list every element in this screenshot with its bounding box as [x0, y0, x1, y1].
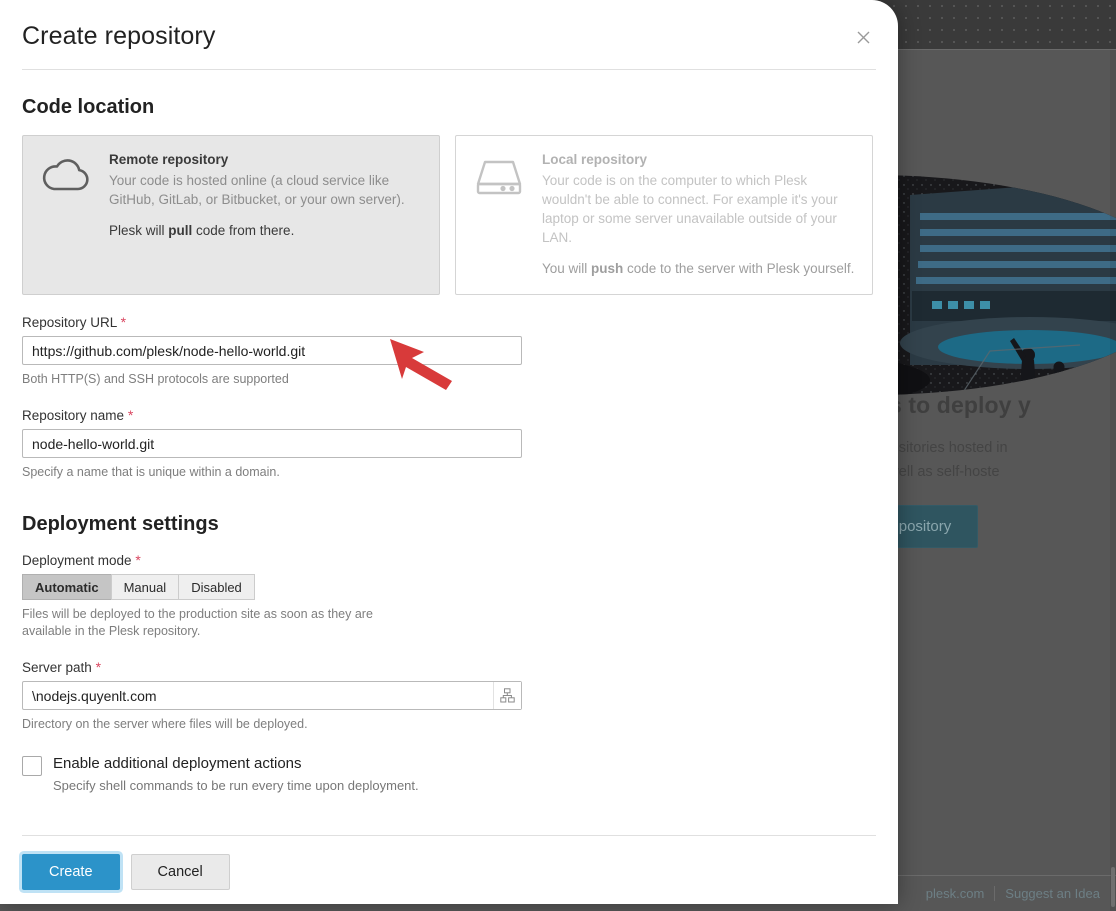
deployment-mode-option-manual[interactable]: Manual	[111, 574, 179, 600]
enable-additional-actions-checkbox[interactable]	[22, 756, 42, 776]
card-note-bold: pull	[168, 223, 192, 238]
repository-name-label-text: Repository name	[22, 408, 124, 423]
server-path-label: Server path *	[22, 659, 876, 675]
card-note-suffix: code to the server with Plesk yourself.	[623, 261, 854, 276]
cloud-icon	[37, 152, 95, 278]
field-server-path: Server path * Directory on the server wh…	[22, 659, 876, 733]
repository-url-hint: Both HTTP(S) and SSH protocols are suppo…	[22, 371, 876, 388]
card-note: Plesk will pull code from there.	[109, 221, 423, 240]
card-title: Local repository	[542, 152, 856, 167]
repository-name-label: Repository name *	[22, 407, 876, 423]
page-scrollbar-thumb[interactable]	[1111, 867, 1115, 907]
card-note-suffix: code from there.	[192, 223, 294, 238]
server-path-input[interactable]	[22, 681, 522, 710]
repository-url-label-text: Repository URL	[22, 315, 117, 330]
footer-link-plesk-com[interactable]: plesk.com	[916, 886, 995, 901]
dialog-header: Create repository	[22, 0, 876, 70]
hard-drive-icon	[470, 152, 528, 278]
field-repository-url: Repository URL * Both HTTP(S) and SSH pr…	[22, 314, 876, 388]
footer-link-suggest-an-idea[interactable]: Suggest an Idea	[995, 886, 1110, 901]
repository-url-label: Repository URL *	[22, 314, 876, 330]
sitemap-browse-icon[interactable]	[493, 682, 521, 709]
page-title: Create repository	[22, 22, 876, 51]
required-marker: *	[121, 314, 126, 330]
close-icon[interactable]	[850, 24, 876, 50]
field-deployment-mode: Deployment mode * Automatic Manual Disab…	[22, 552, 876, 640]
enable-additional-actions-label: Enable additional deployment actions	[53, 755, 419, 772]
repository-name-hint: Specify a name that is unique within a d…	[22, 464, 876, 481]
deployment-mode-hint: Files will be deployed to the production…	[22, 606, 392, 640]
server-path-hint: Directory on the server where files will…	[22, 716, 876, 733]
create-button[interactable]: Create	[22, 854, 120, 890]
code-location-card-local[interactable]: Local repository Your code is on the com…	[455, 135, 873, 295]
deployment-mode-segmented-control: Automatic Manual Disabled	[22, 574, 876, 600]
create-repository-dialog: Create repository Code location Remote r…	[0, 0, 898, 904]
required-marker: *	[128, 407, 133, 423]
field-repository-name: Repository name * Specify a name that is…	[22, 407, 876, 481]
cancel-button[interactable]: Cancel	[131, 854, 230, 890]
server-path-label-text: Server path	[22, 660, 92, 675]
section-heading-code-location: Code location	[22, 96, 876, 119]
repository-name-input[interactable]	[22, 429, 522, 458]
deployment-mode-option-disabled[interactable]: Disabled	[178, 574, 255, 600]
page-scrollbar[interactable]	[1110, 50, 1116, 911]
enable-additional-actions-hint: Specify shell commands to be run every t…	[53, 778, 419, 793]
required-marker: *	[96, 659, 101, 675]
dialog-footer: Create Cancel	[22, 835, 876, 890]
code-location-card-remote[interactable]: Remote repository Your code is hosted on…	[22, 135, 440, 295]
card-note: You will push code to the server with Pl…	[542, 259, 856, 278]
repository-url-input[interactable]	[22, 336, 522, 365]
card-title: Remote repository	[109, 152, 423, 167]
deployment-mode-option-automatic[interactable]: Automatic	[22, 574, 111, 600]
section-heading-deployment-settings: Deployment settings	[22, 513, 876, 536]
card-note-prefix: You will	[542, 261, 591, 276]
card-description: Your code is on the computer to which Pl…	[542, 171, 856, 247]
deployment-mode-label: Deployment mode *	[22, 552, 876, 568]
card-note-prefix: Plesk will	[109, 223, 168, 238]
deployment-mode-label-text: Deployment mode	[22, 553, 132, 568]
card-note-bold: push	[591, 261, 623, 276]
field-additional-deployment-actions: Enable additional deployment actions Spe…	[22, 755, 876, 793]
card-description: Your code is hosted online (a cloud serv…	[109, 171, 423, 209]
code-location-card-group: Remote repository Your code is hosted on…	[22, 135, 876, 295]
required-marker: *	[135, 552, 140, 568]
